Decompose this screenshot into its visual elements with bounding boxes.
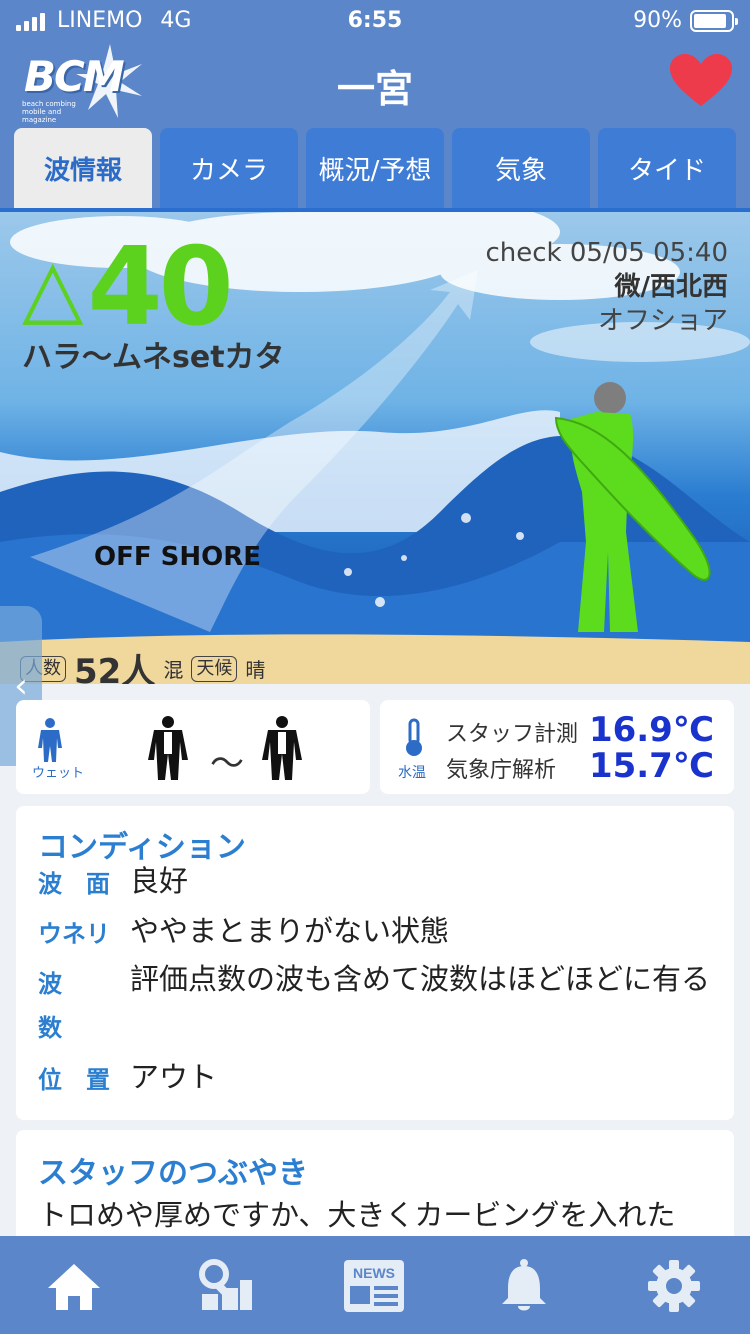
water-temp-label: 水温 [398,765,426,781]
page-title: 一宮 [336,67,413,111]
status-bar: LINEMO 4G 6:55 90% [0,0,750,44]
nav-spot-search[interactable] [192,1254,256,1318]
condition-key: 波 面 [38,870,110,898]
weather-value: 晴 [245,658,266,682]
nav-notifications[interactable] [492,1254,556,1318]
seagull-wetsuit-icon [148,716,188,780]
rating-triangle-icon: △ [22,241,84,334]
news-icon-text: NEWS [353,1265,395,1281]
nav-home[interactable] [42,1254,106,1318]
battery-info: 90% [633,8,738,33]
crowd-weather-row: 人数 52人 混 天候 晴 [20,644,265,684]
condition-value: ややまとまりがない状態 [130,914,450,948]
gear-icon [648,1260,700,1312]
condition-value: 良好 [130,864,189,898]
check-time: check 05/05 05:40 [485,238,728,268]
people-count: 52人 [74,652,156,684]
crowd-status: 混 [163,658,184,682]
thermometer-icon [406,718,422,756]
wetsuit-label: ウェット [32,766,85,781]
water-temp-card: 水温 スタッフ計測 16.9℃ 気象庁解析 15.7℃ [380,700,734,794]
tab-camera[interactable]: カメラ [160,128,298,208]
nav-news[interactable]: NEWS [342,1254,406,1318]
news-icon: NEWS [344,1260,404,1312]
header-bar: LINEMO 4G 6:55 90% BCM beach combing mob… [0,0,750,130]
bell-icon [502,1259,546,1311]
staff-measured-temp: 16.9℃ [588,710,714,750]
condition-key: 波 数 [38,970,86,1042]
battery-percent: 90% [633,8,682,33]
staff-comment-title: スタッフのつぶやき [38,1156,308,1191]
semidry-wetsuit-icon [262,716,302,780]
wetsuit-range-tilde: 〜 [210,744,244,784]
condition-value: 評価点数の波も含めて波数はほどほどに有る [130,962,711,996]
wetsuit-icon [38,718,62,762]
tab-bar: 波情報 カメラ 概況/予想 気象 タイド [0,128,750,210]
condition-card: コンディション 波 面 良好 ウネリ ややまとまりがない状態 波 数 評価点数の… [16,806,734,1120]
home-icon [48,1264,100,1310]
staff-comment-text: トロめや厚めですか、大きくカービングを入れた [38,1198,676,1232]
staff-measured-label: スタッフ計測 [446,722,579,747]
bottom-nav: NEWS [0,1236,750,1334]
tab-tide[interactable]: タイド [598,128,736,208]
wind-type: オフショア [597,306,728,336]
favorite-heart-icon[interactable] [670,54,732,108]
tab-forecast[interactable]: 概況/予想 [306,128,444,208]
weather-label: 天候 [191,655,238,682]
wave-score: 40 [87,225,234,350]
wind-direction: 微/西北西 [614,272,729,302]
jma-analysis-temp: 15.7℃ [588,746,714,786]
jma-analysis-label: 気象庁解析 [446,758,557,783]
condition-key: 位 置 [38,1066,110,1094]
wave-rating: △ 40 [22,225,234,350]
wetsuit-card: ウェット 〜 [16,700,370,794]
condition-value: アウト [130,1060,218,1094]
offshore-label: OFF SHORE [94,542,262,572]
tab-weather[interactable]: 気象 [452,128,590,208]
wave-size-text: ハラ〜ムネsetカタ [22,340,285,375]
wave-hero: △ 40 ハラ〜ムネsetカタ check 05/05 05:40 微/西北西 … [0,212,750,684]
condition-key: ウネリ [38,920,110,948]
nav-settings[interactable] [642,1254,706,1318]
spot-search-icon [199,1259,252,1310]
battery-icon [690,9,738,32]
check-info: check 05/05 05:40 微/西北西 オフショア [485,236,728,338]
tab-wave-info[interactable]: 波情報 [14,128,152,208]
